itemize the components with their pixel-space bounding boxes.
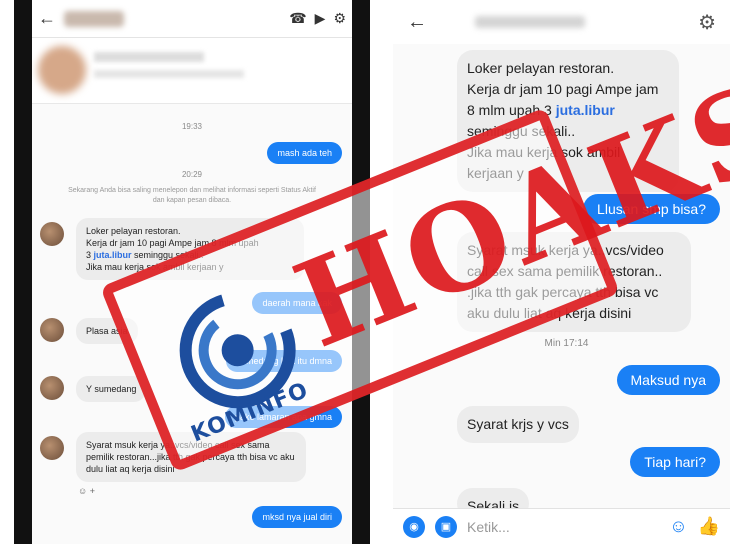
message-text: seminggu sekali.. [131, 250, 204, 260]
avatar [40, 376, 64, 400]
outgoing-message: Llusan smp bisa? [583, 194, 720, 224]
left-chat-screen: ← ☎ ▶ ⚙ 19:33 mash ada teh 20:29 Sekaran… [32, 0, 352, 544]
outgoing-message: Tiap hari? [630, 447, 720, 477]
reaction-icon[interactable]: ☺ + [78, 486, 95, 496]
message-link[interactable]: juta.libur [556, 102, 615, 118]
blurred-contact-name [64, 10, 124, 27]
back-arrow-icon[interactable]: ← [38, 8, 60, 29]
gallery-icon[interactable]: ▣ [435, 515, 457, 538]
outgoing-message: sumedang kak itu dmna [226, 350, 342, 372]
message-line: kerjaan y [467, 165, 524, 181]
blurred-profile-header [32, 38, 352, 104]
message-text: 3 [86, 250, 94, 260]
message-line: call sex sama pemilik restoran.. [467, 263, 663, 279]
blurred-avatar [38, 46, 86, 94]
message-line: aku dulu liat aq kerja disini [467, 305, 632, 321]
left-top-bar: ← ☎ ▶ ⚙ [32, 0, 352, 38]
call-actions: ☎ ▶ ⚙ [289, 10, 346, 27]
timestamp: 19:33 [181, 122, 203, 131]
message-line: Syarat msuk kerja ya..vcs/video [467, 242, 664, 258]
phone-icon[interactable]: ☎ [289, 10, 306, 27]
incoming-message: Loker pelayan restoran. Kerja dr jam 10 … [76, 218, 304, 280]
camera-icon[interactable]: ◉ [403, 515, 425, 538]
incoming-message: Syarat msuk kerja ya..vcs/video call sex… [76, 432, 306, 482]
timestamp: 20:29 [181, 170, 203, 179]
settings-icon[interactable]: ⚙ [333, 10, 346, 27]
blurred-contact-name [475, 16, 585, 28]
emoji-icon[interactable]: ☺ [669, 516, 687, 537]
message-line: Kerja dr jam 10 pagi Ampe jam 8 mlm upah [86, 238, 259, 248]
incoming-message: Plasa asia [76, 318, 138, 344]
message-line: 8 mlm upah 3 juta.libur [467, 100, 669, 121]
video-call-icon[interactable]: ▶ [315, 10, 326, 27]
settings-icon[interactable]: ⚙ [698, 10, 716, 35]
like-icon[interactable]: 👍 [698, 516, 720, 537]
outgoing-message: Maksud nya [616, 365, 720, 395]
timestamp: Min 17:14 [544, 338, 589, 349]
incoming-message: Loker pelayan restoran. Kerja dr jam 10 … [457, 50, 679, 192]
back-arrow-icon[interactable]: ← [407, 11, 427, 34]
avatar [40, 436, 64, 460]
message-input[interactable]: Ketik... [467, 519, 659, 535]
incoming-message: Y sumedang [76, 376, 147, 402]
info-notice: Sekarang Anda bisa saling menelepon dan … [68, 187, 316, 204]
message-line: seminggu sekali.. [467, 123, 576, 139]
blurred-profile-line [94, 70, 244, 78]
outgoing-message: mksd nya jual diri [252, 506, 342, 528]
message-line: 3 juta.libur seminggu sekali.. [86, 249, 294, 261]
outgoing-message: mash ada teh [267, 142, 342, 164]
left-screenshot: ← ☎ ▶ ⚙ 19:33 mash ada teh 20:29 Sekaran… [14, 0, 370, 544]
outgoing-message: daerah mana kak [252, 292, 342, 314]
message-line: Loker pelayan restoran. [86, 226, 181, 236]
incoming-message: Syarat krjs y vcs [457, 406, 579, 443]
right-top-bar: ← ⚙ [393, 0, 730, 44]
message-line: Loker pelayan restoran. [467, 60, 615, 76]
message-line: Kerja dr jam 10 pagi Ampe jam [467, 81, 659, 97]
right-screenshot: ← ⚙ Loker pelayan restoran. Kerja dr jam… [393, 0, 730, 544]
composer-bar: ◉ ▣ Ketik... ☺ 👍 [393, 508, 730, 544]
incoming-message: Syarat msuk kerja ya..vcs/video call sex… [457, 232, 691, 332]
avatar [40, 318, 64, 342]
message-line: Jika mau kerja sok ambil kerjaan y [86, 262, 224, 272]
message-line: Jika mau kerja sok ambil [467, 144, 621, 160]
blurred-profile-line [94, 52, 204, 62]
outgoing-message: pake lamaran apa gmna [224, 406, 342, 428]
message-line: .jika tth gak percaya tth bisa vc [467, 284, 659, 300]
message-text: 8 mlm upah 3 [467, 102, 556, 118]
avatar [40, 222, 64, 246]
message-link[interactable]: juta.libur [94, 250, 132, 260]
